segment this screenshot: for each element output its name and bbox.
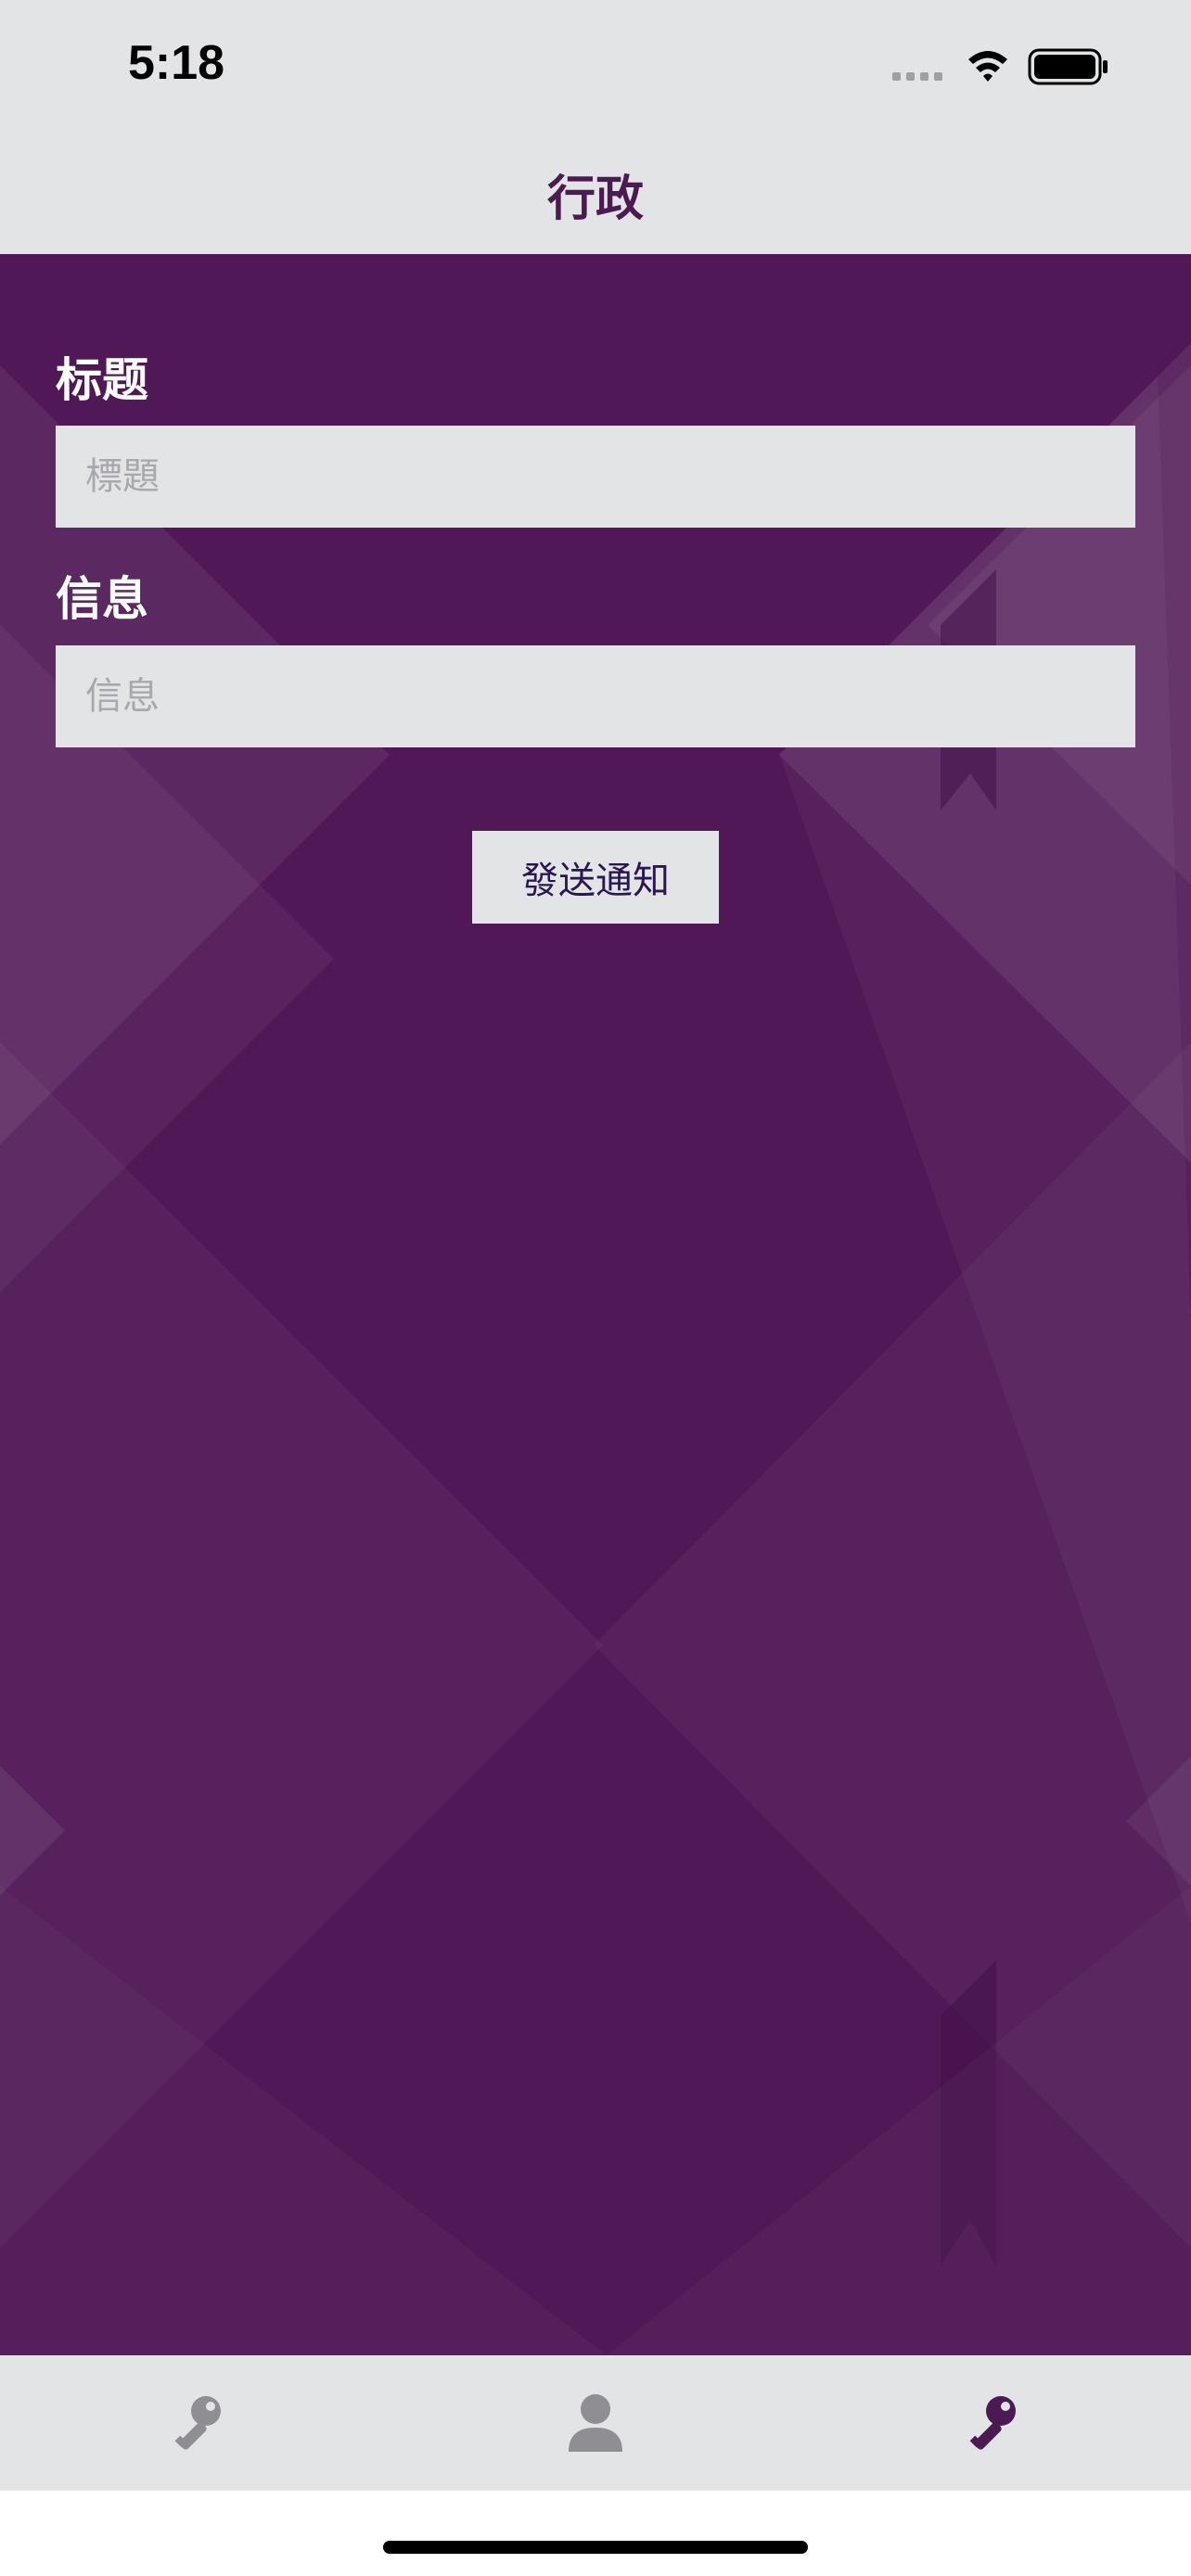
message-input[interactable] — [56, 645, 1135, 747]
tab-bar — [0, 2355, 1191, 2491]
home-indicator-area — [0, 2491, 1191, 2576]
tab-profile[interactable] — [540, 2372, 651, 2474]
background-pattern — [0, 343, 1191, 2266]
page-title: 行政 — [546, 172, 644, 227]
message-label: 信息 — [56, 572, 148, 626]
wifi-icon — [968, 51, 1007, 82]
admin-content: 标题 信息 發送通知 — [0, 254, 1191, 2355]
person-icon — [569, 2394, 622, 2452]
key-icon — [969, 2396, 1016, 2450]
navigation-bar: 行政 — [0, 139, 1191, 254]
tab-key-1[interactable] — [140, 2372, 251, 2474]
status-icons — [892, 45, 1115, 91]
cellular-signal-icon — [892, 72, 942, 81]
key-icon — [174, 2396, 221, 2450]
title-label: 标题 — [56, 353, 148, 407]
battery-icon — [1028, 48, 1108, 85]
home-indicator[interactable] — [383, 2541, 808, 2554]
title-input[interactable] — [56, 426, 1135, 528]
send-notification-button[interactable]: 發送通知 — [472, 831, 719, 924]
tab-key-admin[interactable] — [935, 2372, 1046, 2474]
status-bar: 5:18 — [0, 0, 1191, 139]
status-time: 5:18 — [128, 36, 225, 90]
